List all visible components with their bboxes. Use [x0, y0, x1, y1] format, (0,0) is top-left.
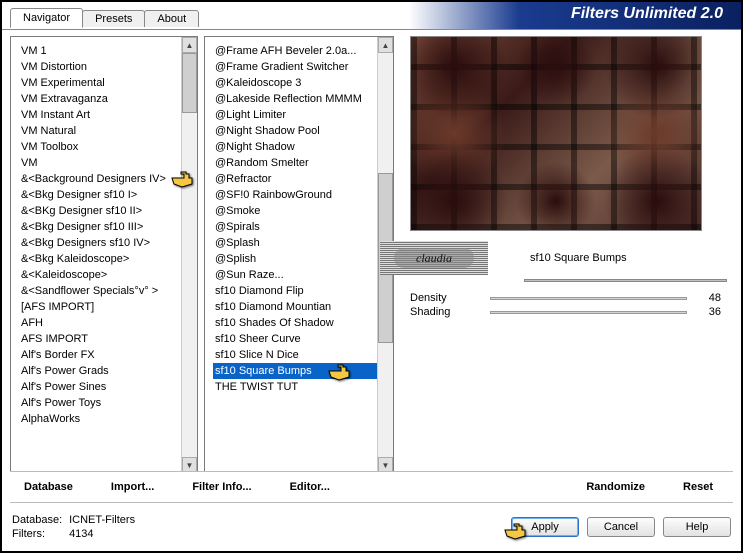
- tab-navigator[interactable]: Navigator: [10, 8, 83, 28]
- tab-about[interactable]: About: [144, 10, 199, 27]
- list-item[interactable]: AFS IMPORT: [19, 331, 193, 347]
- list-item[interactable]: @Night Shadow Pool: [213, 123, 389, 139]
- filter-info-button[interactable]: Filter Info...: [182, 477, 261, 497]
- list-item[interactable]: Alf's Border FX: [19, 347, 193, 363]
- list-item[interactable]: Alf's Power Sines: [19, 379, 193, 395]
- list-item[interactable]: sf10 Slice N Dice: [213, 347, 389, 363]
- list-item[interactable]: @Random Smelter: [213, 155, 389, 171]
- db-label: Database:: [12, 513, 66, 527]
- tab-strip: Navigator Presets About: [10, 8, 198, 27]
- button-bar: Database Import... Filter Info... Editor…: [10, 471, 733, 503]
- slider-value: 48: [697, 292, 721, 304]
- import-button[interactable]: Import...: [101, 477, 164, 497]
- list-item[interactable]: VM Distortion: [19, 59, 193, 75]
- list-item[interactable]: @Splish: [213, 251, 389, 267]
- filter-list[interactable]: @Frame AFH Beveler 2.0a...@Frame Gradien…: [204, 36, 394, 474]
- slider-shading: Shading 36: [410, 306, 721, 318]
- list-item[interactable]: VM Instant Art: [19, 107, 193, 123]
- list-item[interactable]: VM 1: [19, 43, 193, 59]
- randomize-button[interactable]: Randomize: [576, 477, 655, 497]
- watermark: claudia: [380, 241, 488, 275]
- slider-value: 36: [697, 306, 721, 318]
- list-item[interactable]: VM Natural: [19, 123, 193, 139]
- separator: [524, 279, 727, 282]
- list-item[interactable]: &<Bkg Designer sf10 III>: [19, 219, 193, 235]
- list-item[interactable]: Alf's Power Toys: [19, 395, 193, 411]
- list-item[interactable]: &<BKg Designer sf10 II>: [19, 203, 193, 219]
- scroll-up-icon[interactable]: ▲: [182, 37, 197, 53]
- list-item[interactable]: sf10 Shades Of Shadow: [213, 315, 389, 331]
- list-item[interactable]: Alf's Power Grads: [19, 363, 193, 379]
- category-list[interactable]: VM 1VM DistortionVM ExperimentalVM Extra…: [10, 36, 198, 474]
- list-item[interactable]: sf10 Diamond Mountian: [213, 299, 389, 315]
- editor-button[interactable]: Editor...: [280, 477, 340, 497]
- slider-density: Density 48: [410, 292, 721, 304]
- list-item[interactable]: &<Bkg Kaleidoscope>: [19, 251, 193, 267]
- list-item[interactable]: @Refractor: [213, 171, 389, 187]
- list-item[interactable]: VM Experimental: [19, 75, 193, 91]
- list-item[interactable]: @Frame Gradient Switcher: [213, 59, 389, 75]
- tab-presets[interactable]: Presets: [82, 10, 145, 27]
- status-text: Database: ICNET-Filters Filters: 4134: [12, 513, 135, 541]
- cancel-button[interactable]: Cancel: [587, 517, 655, 537]
- filter-name-row: claudia sf10 Square Bumps: [410, 241, 727, 275]
- list-item[interactable]: @Frame AFH Beveler 2.0a...: [213, 43, 389, 59]
- app-title: Filters Unlimited 2.0: [571, 5, 723, 23]
- scroll-thumb[interactable]: [182, 53, 197, 113]
- slider-label: Shading: [410, 306, 480, 318]
- list-item[interactable]: VM Toolbox: [19, 139, 193, 155]
- reset-button[interactable]: Reset: [673, 477, 723, 497]
- list-item[interactable]: @Lakeside Reflection MMMM: [213, 91, 389, 107]
- list-item[interactable]: &<Bkg Designer sf10 I>: [19, 187, 193, 203]
- list-item[interactable]: @Kaleidoscope 3: [213, 75, 389, 91]
- help-button[interactable]: Help: [663, 517, 731, 537]
- list-item[interactable]: &<Bkg Designers sf10 IV>: [19, 235, 193, 251]
- list-item[interactable]: VM Extravaganza: [19, 91, 193, 107]
- apply-button[interactable]: Apply: [511, 517, 579, 537]
- slider-track[interactable]: [490, 311, 687, 314]
- list-item[interactable]: &<Sandflower Specials°v° >: [19, 283, 193, 299]
- selected-filter-name: sf10 Square Bumps: [530, 252, 627, 264]
- list-item[interactable]: &<Background Designers IV>: [19, 171, 193, 187]
- preview-panel: claudia sf10 Square Bumps Density 48 Sha…: [404, 36, 733, 474]
- list-item[interactable]: AFH: [19, 315, 193, 331]
- title-bar: Navigator Presets About Filters Unlimite…: [2, 2, 741, 30]
- list-item[interactable]: @Night Shadow: [213, 139, 389, 155]
- list-item[interactable]: [AFS IMPORT]: [19, 299, 193, 315]
- list-item[interactable]: @Sun Raze...: [213, 267, 389, 283]
- main-content: VM 1VM DistortionVM ExperimentalVM Extra…: [2, 30, 741, 480]
- filters-count: 4134: [69, 528, 93, 540]
- list-item[interactable]: @Smoke: [213, 203, 389, 219]
- list-item[interactable]: @SF!0 RainbowGround: [213, 187, 389, 203]
- watermark-text: claudia: [416, 251, 452, 266]
- status-bar: Database: ICNET-Filters Filters: 4134 Ap…: [12, 509, 731, 545]
- filters-label: Filters:: [12, 527, 66, 541]
- list-item[interactable]: @Light Limiter: [213, 107, 389, 123]
- list-item[interactable]: &<Kaleidoscope>: [19, 267, 193, 283]
- list-item[interactable]: THE TWIST TUT: [213, 379, 389, 395]
- category-scrollbar[interactable]: ▲ ▼: [181, 37, 197, 473]
- list-item[interactable]: @Splash: [213, 235, 389, 251]
- list-item[interactable]: sf10 Sheer Curve: [213, 331, 389, 347]
- list-item[interactable]: AlphaWorks: [19, 411, 193, 427]
- slider-label: Density: [410, 292, 480, 304]
- list-item[interactable]: @Spirals: [213, 219, 389, 235]
- database-button[interactable]: Database: [14, 477, 83, 497]
- db-value: ICNET-Filters: [69, 514, 135, 526]
- list-item[interactable]: VM: [19, 155, 193, 171]
- scroll-up-icon[interactable]: ▲: [378, 37, 393, 53]
- list-item[interactable]: sf10 Diamond Flip: [213, 283, 389, 299]
- filter-preview: [410, 36, 702, 231]
- list-item[interactable]: sf10 Square Bumps: [213, 363, 389, 379]
- slider-track[interactable]: [490, 297, 687, 300]
